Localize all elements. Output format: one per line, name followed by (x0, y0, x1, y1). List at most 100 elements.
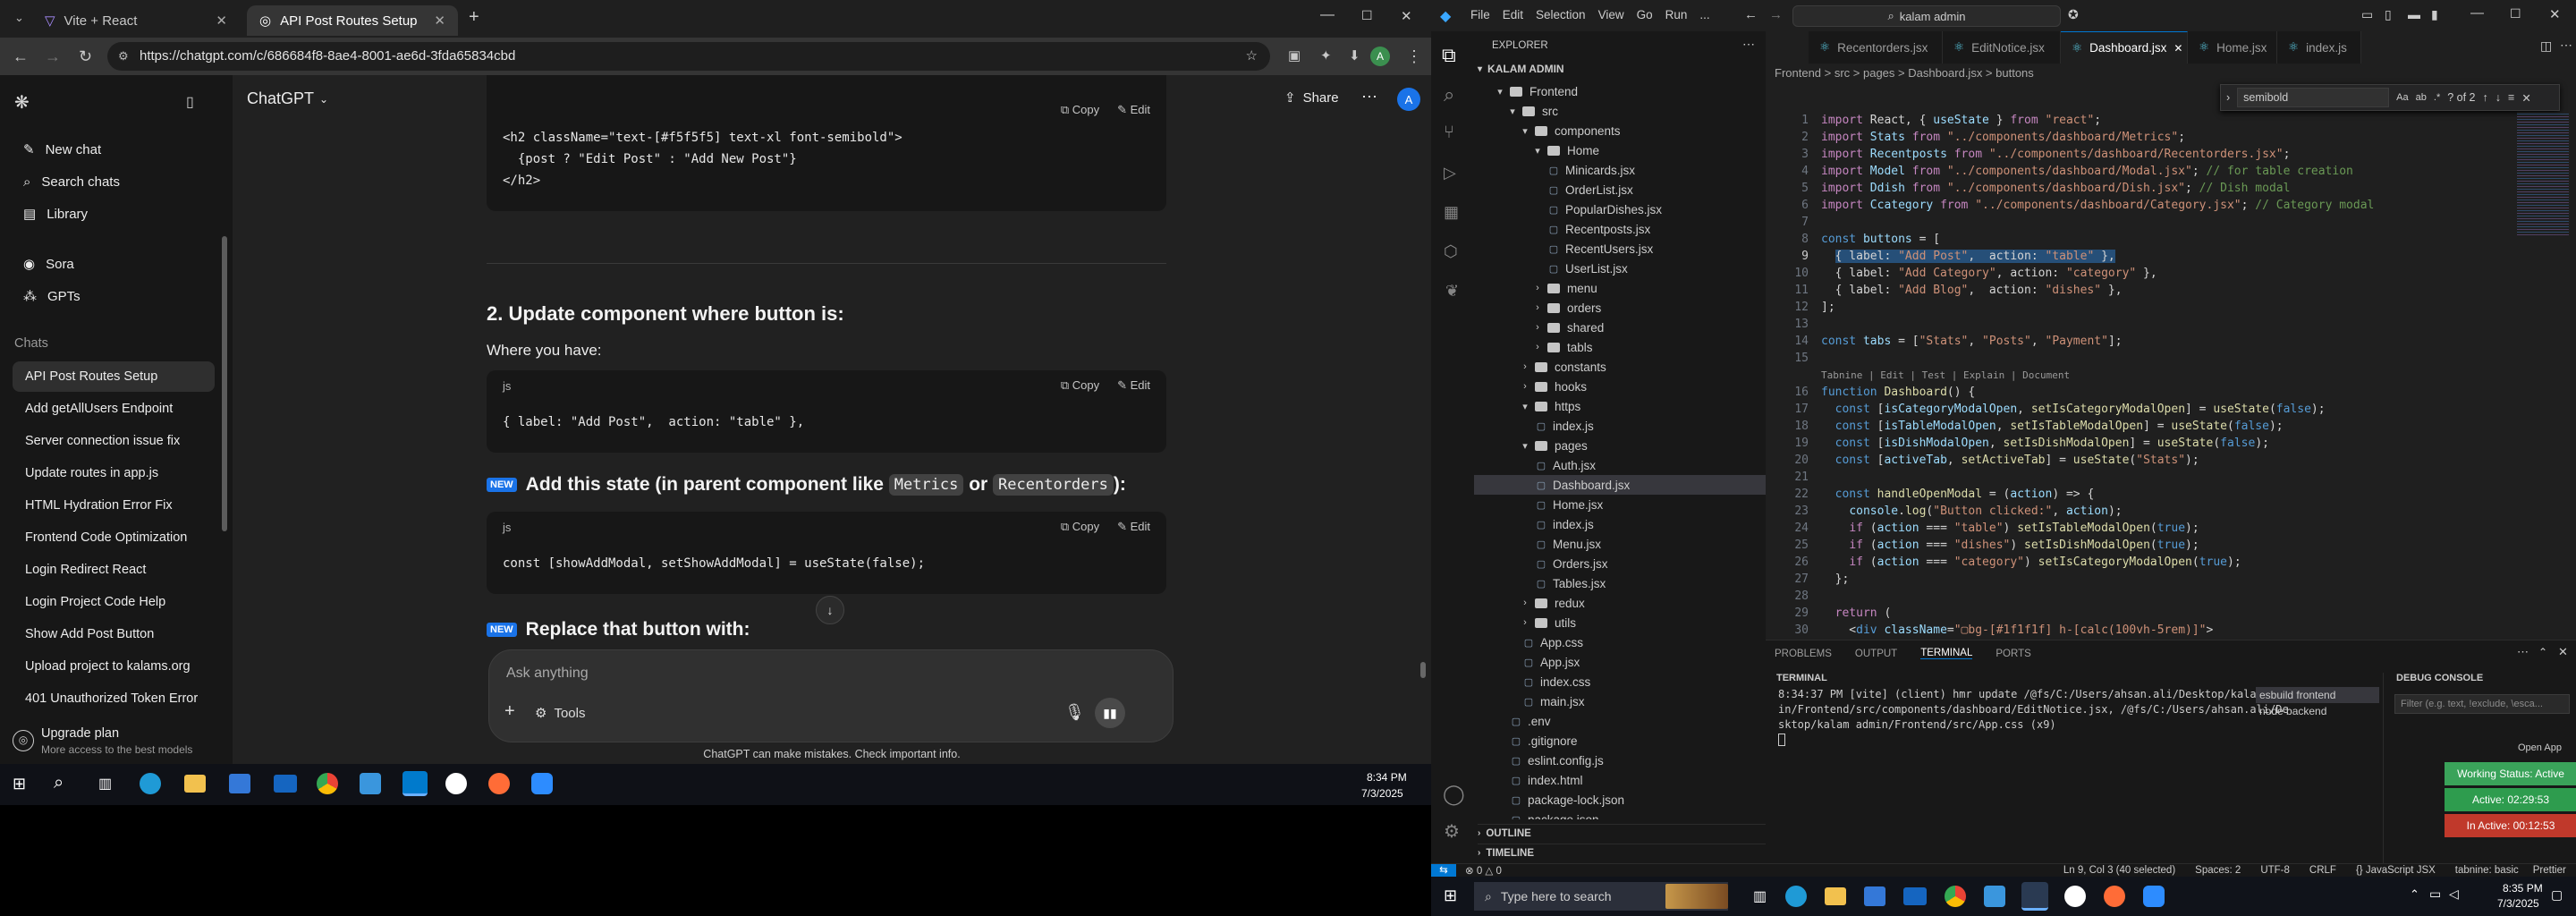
editor-tab[interactable]: ⚛ index.js (2277, 31, 2361, 64)
microphone-icon[interactable]: 🎙 (1064, 703, 1085, 722)
editor-tab[interactable]: ⚛ Recentorders.jsx (1809, 31, 1943, 64)
browser-tab-vite[interactable]: ▽ Vite + React ✕ (32, 5, 240, 36)
docker-icon[interactable]: ⬡ (1444, 242, 1458, 261)
github-icon[interactable] (445, 773, 467, 794)
site-info-icon[interactable]: ⚙ (118, 42, 129, 71)
tools-button[interactable]: ⚙ Tools (535, 705, 585, 722)
close-icon[interactable]: ✕ (2521, 91, 2530, 105)
sidebar-scrollbar[interactable] (222, 236, 227, 531)
tree-file[interactable]: ▢ package-lock.json (1474, 790, 1766, 810)
menu-item[interactable]: Run (1665, 8, 1688, 21)
chat-history-item[interactable]: Frontend Code Optimization (13, 522, 215, 553)
edit-button[interactable]: ✎ Edit (1117, 520, 1150, 534)
tree-file[interactable]: ▢ index.css (1474, 672, 1766, 691)
layout-icon[interactable]: ▭ (2361, 7, 2373, 22)
copy-button[interactable]: ⧉ Copy (1061, 103, 1099, 117)
file-explorer-icon[interactable] (1825, 887, 1846, 905)
extensions-puzzle-icon[interactable]: ✦ (1320, 47, 1332, 66)
prettier-status[interactable]: Prettier (2533, 865, 2566, 876)
vscode-blue-icon[interactable] (1984, 886, 2005, 907)
tree-file[interactable]: ▢ main.jsx (1474, 691, 1766, 711)
panel-tab[interactable]: PROBLEMS (1775, 649, 1832, 659)
problems-status[interactable]: ⊗ 0 △ 0 (1465, 864, 1502, 877)
end-of-line[interactable]: CRLF (2309, 865, 2336, 876)
tree-file[interactable]: ▢ index.html (1474, 770, 1766, 790)
maximize-icon[interactable]: ☐ (1361, 8, 1373, 23)
tree-folder[interactable]: ▾ pages (1474, 436, 1766, 455)
menu-kebab-icon[interactable]: ⋮ (1406, 47, 1422, 66)
match-case-icon[interactable]: Aa (2396, 92, 2408, 103)
reload-icon[interactable]: ↻ (79, 47, 92, 66)
main-scrollbar[interactable] (1420, 662, 1426, 678)
more-options-icon[interactable]: ⋯ (1361, 88, 1377, 106)
terminal-instance[interactable]: node backend (2256, 703, 2379, 719)
chat-history-item[interactable]: HTML Hydration Error Fix (13, 490, 215, 521)
menu-item[interactable]: Go (1637, 8, 1653, 21)
taskbar-search-box[interactable]: ⌕ Type here to search (1474, 882, 1728, 911)
new-tab-icon[interactable]: + (469, 7, 479, 28)
explorer-root[interactable]: ▾ KALAM ADMIN (1478, 63, 1564, 75)
task-view-icon[interactable]: ▥ (1753, 887, 1767, 905)
terminal-output[interactable]: 8:34:37 PM [vite] (client) hmr update /@… (1778, 687, 2289, 733)
tray-chevron-icon[interactable]: ⌃ (2410, 887, 2419, 902)
run-debug-icon[interactable]: ▷ (1444, 164, 1456, 182)
tree-folder[interactable]: › tabls (1474, 337, 1766, 357)
scroll-down-button[interactable]: ↓ (816, 596, 844, 624)
more-actions-icon[interactable]: ⋯ (2560, 38, 2572, 53)
chevron-right-icon[interactable]: › (2226, 91, 2230, 104)
tab-search-icon[interactable]: ⌄ (14, 11, 24, 25)
menu-item[interactable]: View (1598, 8, 1624, 21)
search-chats-button[interactable]: ⌕ Search chats (13, 168, 215, 195)
share-button[interactable]: ⇪ Share (1284, 89, 1339, 106)
tree-file[interactable]: ▢ Recentposts.jsx (1474, 219, 1766, 239)
tree-file[interactable]: ▢ eslint.config.js (1474, 751, 1766, 770)
sora-button[interactable]: ◉ Sora (13, 250, 215, 277)
postman-icon[interactable] (488, 773, 510, 794)
next-match-icon[interactable]: ↓ (2496, 91, 2501, 104)
source-control-icon[interactable]: ⑂ (1444, 123, 1454, 143)
tree-file[interactable]: ▢ OrderList.jsx (1474, 180, 1766, 199)
match-word-icon[interactable]: ab (2416, 92, 2427, 103)
minimize-icon[interactable]: — (2470, 5, 2484, 21)
tree-file[interactable]: ▢ .gitignore (1474, 731, 1766, 751)
new-chat-button[interactable]: ✎ New chat (13, 136, 215, 163)
user-avatar[interactable]: A (1397, 88, 1420, 111)
tree-folder[interactable]: ▾ https (1474, 396, 1766, 416)
openai-logo-icon[interactable]: ❋ (14, 91, 30, 114)
open-app-button[interactable]: Open App (2518, 742, 2562, 753)
task-view-icon[interactable]: ▥ (98, 775, 112, 793)
nav-forward-icon[interactable]: → (1769, 7, 1783, 22)
more-actions-icon[interactable]: ⋯ (1742, 37, 1755, 52)
model-selector[interactable]: ChatGPT ⌄ (247, 89, 328, 108)
close-window-icon[interactable]: ✕ (1401, 8, 1412, 24)
maximize-icon[interactable]: ☐ (2510, 6, 2521, 21)
tree-file[interactable]: ▢ Minicards.jsx (1474, 160, 1766, 180)
gpts-button[interactable]: ⁂ GPTs (13, 283, 215, 310)
copy-button[interactable]: ⧉ Copy (1061, 520, 1099, 534)
indentation[interactable]: Spaces: 2 (2195, 865, 2241, 876)
volume-icon[interactable]: ◁ (2449, 886, 2459, 902)
windows-start-icon[interactable]: ⊞ (13, 775, 26, 793)
tree-file[interactable]: ▢ Dashboard.jsx (1474, 475, 1766, 495)
close-panel-icon[interactable]: ✕ (2558, 645, 2568, 659)
tree-file[interactable]: ▢ App.css (1474, 632, 1766, 652)
split-editor-icon[interactable]: ◫ (2540, 38, 2552, 54)
chat-history-item[interactable]: API Post Routes Setup (13, 361, 215, 392)
chat-history-item[interactable]: Update routes in app.js (13, 458, 215, 488)
downloads-icon[interactable]: ⬇ (1349, 47, 1360, 66)
tabnine-status[interactable]: tabnine: basic (2455, 865, 2519, 876)
chat-history-item[interactable]: Show Add Post Button (13, 619, 215, 649)
tree-file[interactable]: ▢ index.js (1474, 416, 1766, 436)
edge-icon[interactable] (140, 773, 161, 794)
copy-button[interactable]: ⧉ Copy (1061, 378, 1099, 393)
upgrade-plan-button[interactable]: ◎ Upgrade plan More access to the best m… (13, 725, 218, 759)
profile-avatar[interactable]: A (1370, 47, 1390, 66)
prompt-input[interactable]: Ask anything (506, 666, 1132, 682)
tree-folder[interactable]: › shared (1474, 318, 1766, 337)
vscode-blue-icon[interactable] (360, 773, 381, 794)
tree-file[interactable]: ▢ Orders.jsx (1474, 554, 1766, 573)
mail-icon[interactable] (1903, 887, 1927, 905)
tree-folder[interactable]: › constants (1474, 357, 1766, 377)
toggle-sidebar-icon[interactable]: ▯ (2385, 7, 2392, 22)
forward-icon[interactable]: → (45, 47, 61, 66)
